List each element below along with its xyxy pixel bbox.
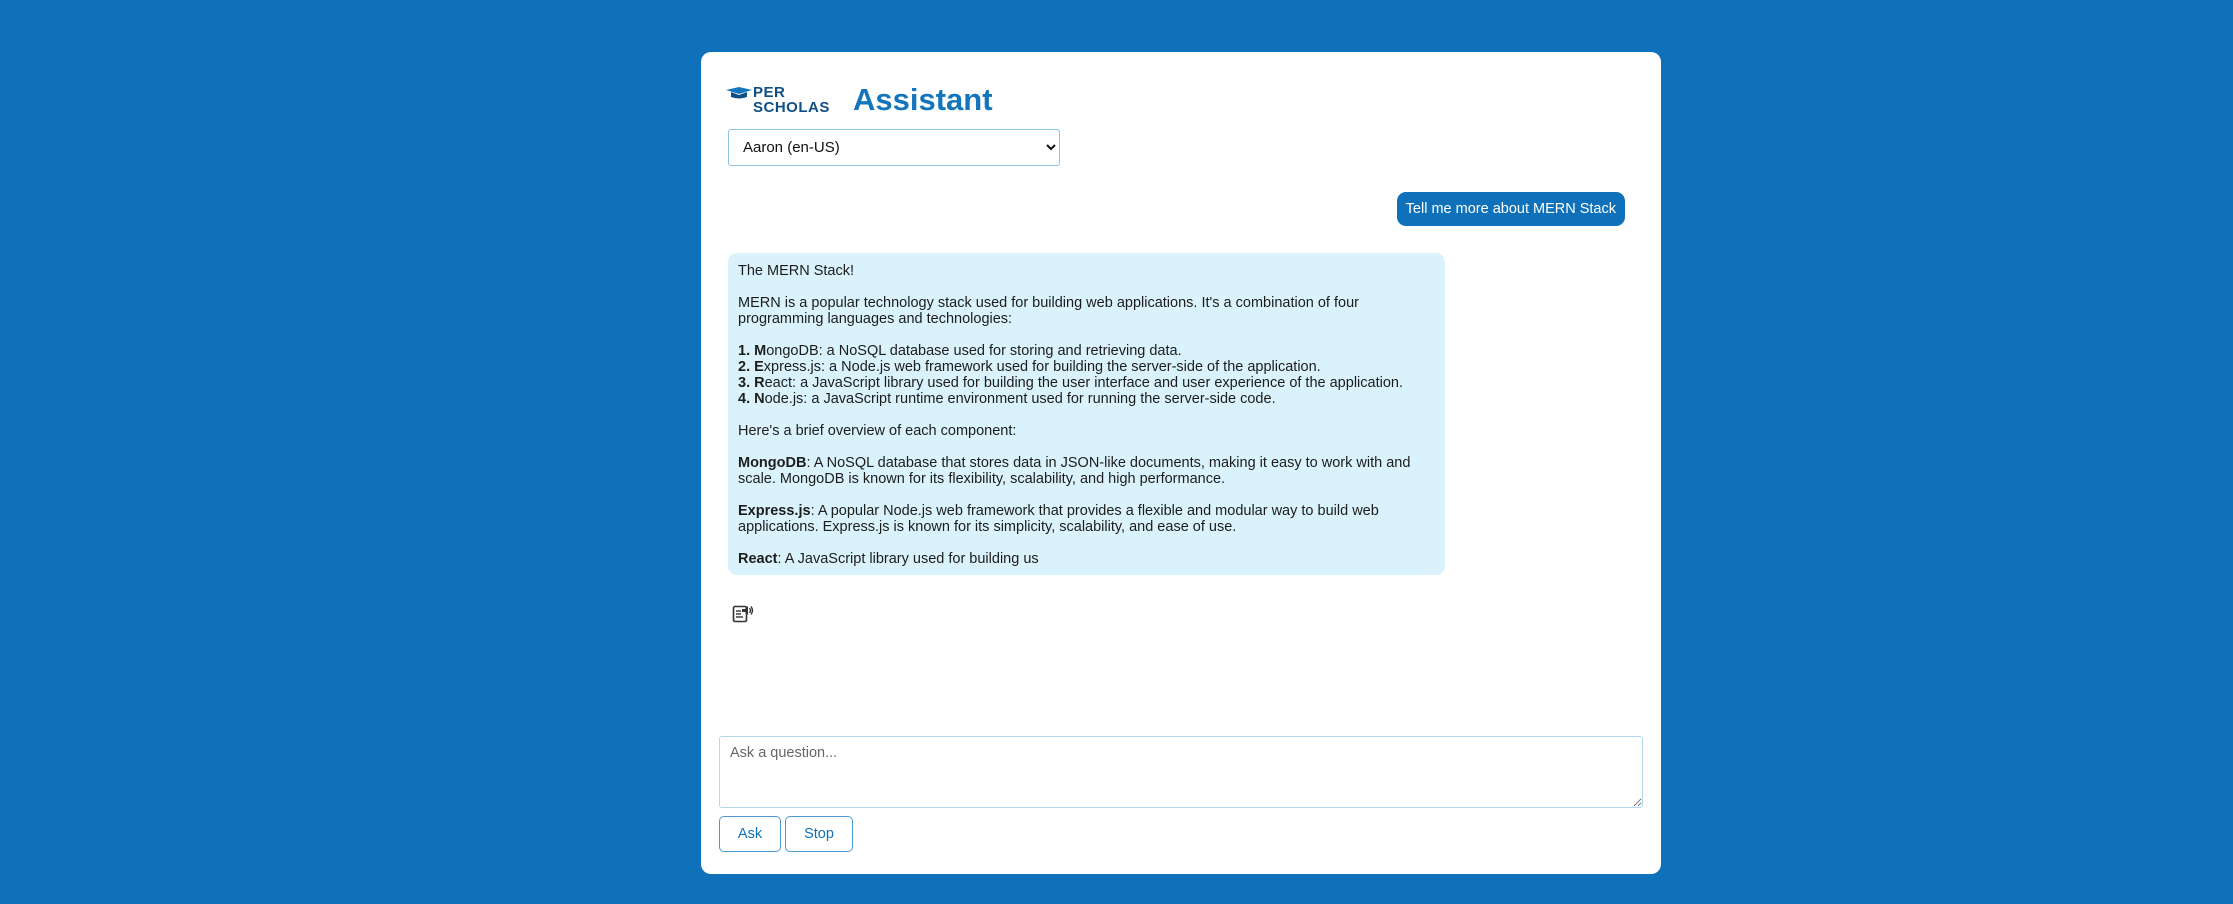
bot-intro: The MERN Stack! bbox=[738, 263, 855, 279]
graduation-cap-icon bbox=[726, 87, 752, 99]
component-react: React: A JavaScript library used for bui… bbox=[738, 551, 1039, 567]
ask-button[interactable]: Ask bbox=[719, 816, 781, 852]
component-express: Express.js: A popular Node.js web framew… bbox=[738, 503, 1379, 535]
speaker-icon[interactable] bbox=[732, 603, 754, 625]
component-mongodb: MongoDB: A NoSQL database that stores da… bbox=[738, 455, 1411, 487]
list-item: 3. React: a JavaScript library used for … bbox=[738, 375, 1403, 391]
bot-paragraph: MERN is a popular technology stack used … bbox=[738, 295, 1359, 327]
logo-text: PER SCHOLAS bbox=[753, 85, 830, 115]
per-scholas-logo: PER SCHOLAS bbox=[725, 80, 831, 120]
bot-overview: Here's a brief overview of each componen… bbox=[738, 423, 1017, 439]
question-input[interactable] bbox=[719, 736, 1643, 808]
voice-select[interactable]: Aaron (en-US) bbox=[728, 129, 1060, 166]
assistant-card: PER SCHOLAS Assistant Aaron (en-US) Tell… bbox=[701, 52, 1661, 874]
user-message-bubble: Tell me more about MERN Stack bbox=[1396, 192, 1625, 226]
list-item: 2. Express.js: a Node.js web framework u… bbox=[738, 359, 1321, 375]
logo-line-2: SCHOLAS bbox=[753, 99, 830, 116]
header: PER SCHOLAS Assistant bbox=[725, 77, 993, 123]
page-title: Assistant bbox=[853, 82, 993, 117]
mern-list: 1. MongoDB: a NoSQL database used for st… bbox=[738, 343, 1435, 407]
list-item: 1. MongoDB: a NoSQL database used for st… bbox=[738, 343, 1182, 359]
assistant-message-bubble: The MERN Stack! MERN is a popular techno… bbox=[728, 253, 1445, 575]
stop-button[interactable]: Stop bbox=[785, 816, 853, 852]
list-item: 4. Node.js: a JavaScript runtime environ… bbox=[738, 391, 1276, 407]
